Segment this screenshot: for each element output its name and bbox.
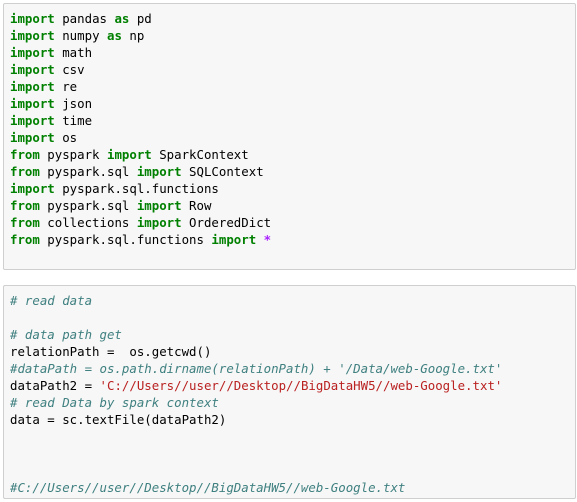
code-line: import re xyxy=(10,78,569,95)
code-token: data = sc.textFile(dataPath2) xyxy=(10,412,227,427)
code-token: SparkContext xyxy=(151,147,249,162)
code-line: from pyspark.sql import Row xyxy=(10,197,569,214)
comment-token: #C://Users//user//Desktop//BigDataHW5//w… xyxy=(10,480,406,495)
keyword-token: import xyxy=(10,11,55,26)
code-line: import csv xyxy=(10,61,569,78)
comment-token: # read data xyxy=(10,293,93,308)
code-token: collections xyxy=(39,215,137,230)
code-token: dataPath2 = xyxy=(10,378,100,393)
code-line: relationPath = os.getcwd() xyxy=(10,343,569,360)
code-token: os xyxy=(54,130,78,145)
keyword-token: import xyxy=(211,232,257,247)
code-token: pyspark.sql xyxy=(39,164,137,179)
keyword-token: import xyxy=(136,215,182,230)
code-line: import os xyxy=(10,129,569,146)
code-token: csv xyxy=(54,62,85,77)
code-line: import time xyxy=(10,112,569,129)
comment-token: # data path get xyxy=(10,327,122,342)
keyword-token: from xyxy=(10,147,40,162)
code-token: pyspark.sql.functions xyxy=(54,181,219,196)
keyword-token: import xyxy=(10,45,55,60)
code-line: from pyspark.sql import SQLContext xyxy=(10,163,569,180)
comment-token: #dataPath = os.path.dirname(relationPath… xyxy=(10,361,503,376)
code-token: json xyxy=(54,96,93,111)
keyword-token: import xyxy=(10,130,55,145)
keyword-token: import xyxy=(10,113,55,128)
keyword-token: import xyxy=(10,79,55,94)
code-token: pd xyxy=(129,11,152,26)
code-line: import pandas as pd xyxy=(10,10,569,27)
keyword-token: from xyxy=(10,164,40,179)
code-editor[interactable]: import pandas as pd import numpy as np imp… xyxy=(10,10,569,248)
code-line: from pyspark import SparkContext xyxy=(10,146,569,163)
code-token: pandas xyxy=(54,11,115,26)
code-line: # data path get xyxy=(10,326,569,343)
code-token: SQLContext xyxy=(181,164,264,179)
code-token: pyspark xyxy=(39,147,107,162)
code-line: from pyspark.sql.functions import * xyxy=(10,231,569,248)
code-token: numpy xyxy=(54,28,107,43)
code-editor[interactable]: # read data # data path get relationPath =… xyxy=(10,292,569,496)
keyword-token: import xyxy=(136,198,182,213)
code-cell-read-data[interactable]: # read data # data path get relationPath =… xyxy=(3,285,576,499)
code-line: import json xyxy=(10,95,569,112)
keyword-token: as xyxy=(106,28,122,43)
keyword-token: import xyxy=(10,28,55,43)
code-line: import pyspark.sql.functions xyxy=(10,180,569,197)
code-token: re xyxy=(54,79,78,94)
keyword-token: import xyxy=(10,96,55,111)
code-token: np xyxy=(121,28,145,43)
keyword-token: as xyxy=(114,11,130,26)
code-token: time xyxy=(54,113,93,128)
code-token: pyspark.sql xyxy=(39,198,137,213)
code-line: import math xyxy=(10,44,569,61)
code-line: import numpy as np xyxy=(10,27,569,44)
code-line: #C://Users//user//Desktop//BigDataHW5//w… xyxy=(10,479,569,496)
code-token: relationPath = os.getcwd() xyxy=(10,344,212,359)
code-line: #dataPath = os.path.dirname(relationPath… xyxy=(10,360,569,377)
keyword-token: from xyxy=(10,232,40,247)
code-token: math xyxy=(54,45,93,60)
code-line: # read data xyxy=(10,292,569,309)
string-token: 'C://Users//user//Desktop//BigDataHW5//w… xyxy=(99,378,503,393)
code-cell-imports[interactable]: import pandas as pd import numpy as np imp… xyxy=(3,3,576,270)
keyword-token: from xyxy=(10,215,40,230)
comment-token: # read Data by spark context xyxy=(10,395,219,410)
keyword-token: import xyxy=(106,147,152,162)
code-line: data = sc.textFile(dataPath2) xyxy=(10,411,569,428)
keyword-token: from xyxy=(10,198,40,213)
operator-token: * xyxy=(263,232,272,247)
keyword-token: import xyxy=(136,164,182,179)
code-token: OrderedDict xyxy=(181,215,272,230)
keyword-token: import xyxy=(10,62,55,77)
code-line: dataPath2 = 'C://Users//user//Desktop//B… xyxy=(10,377,569,394)
code-token: pyspark.sql.functions xyxy=(39,232,212,247)
code-token: Row xyxy=(181,198,212,213)
code-line: # read Data by spark context xyxy=(10,394,569,411)
keyword-token: import xyxy=(10,181,55,196)
code-line: from collections import OrderedDict xyxy=(10,214,569,231)
